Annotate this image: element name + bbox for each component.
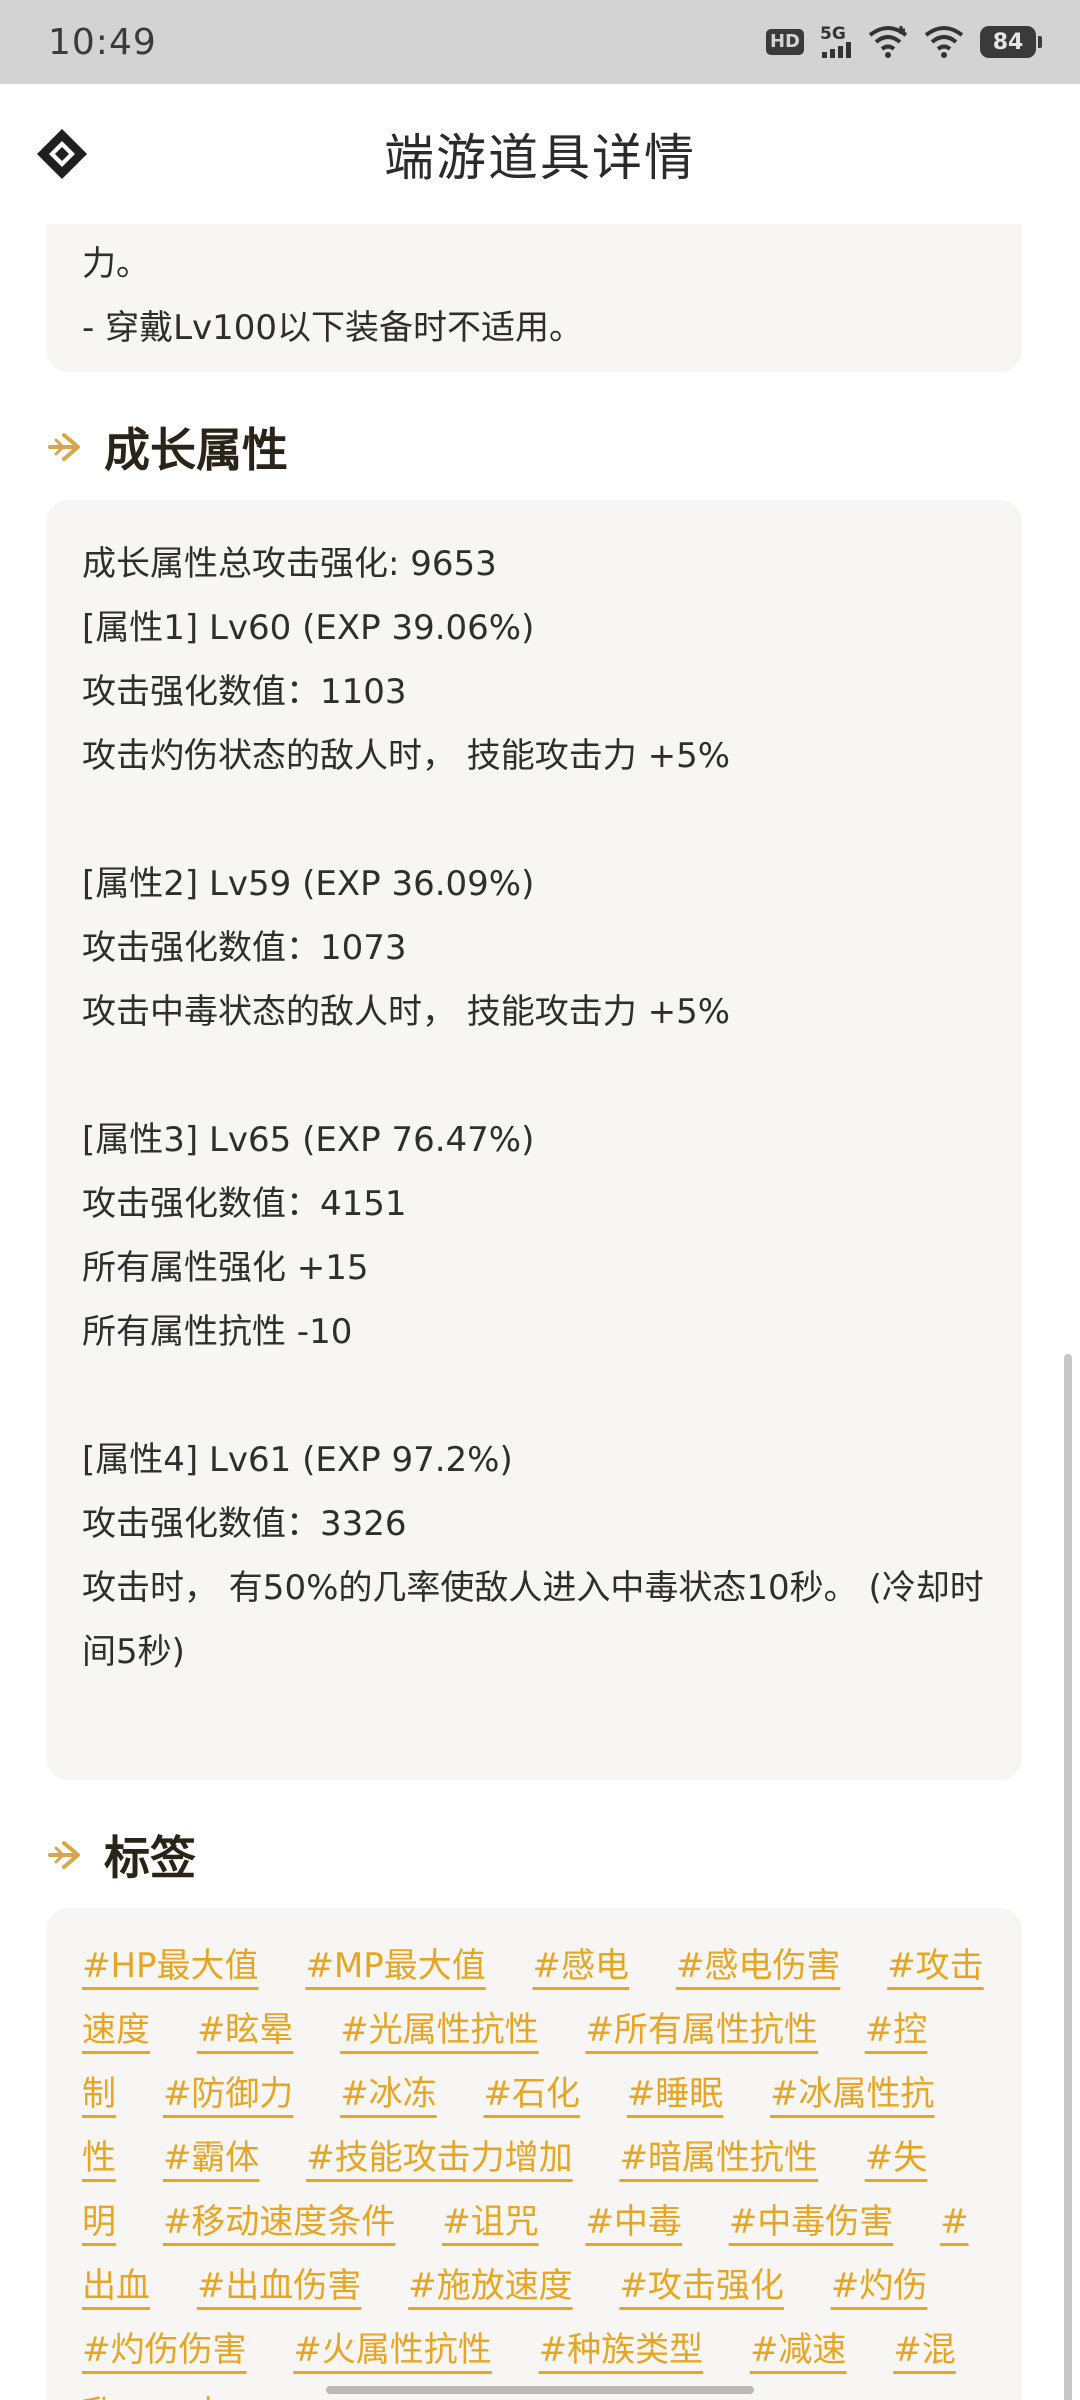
tag-link[interactable]: #石化 xyxy=(483,2074,580,2114)
attr4-head: [属性4] Lv61 (EXP 97.2%) xyxy=(82,1440,513,1480)
app-header: 端游道具详情 xyxy=(0,84,1080,224)
attr1-effect: 攻击灼伤状态的敌人时， 技能攻击力 +5% xyxy=(82,736,731,776)
tags-list: #HP最大值 #MP最大值 #感电 #感电伤害 #攻击速度 #眩晕 #光属性抗性… xyxy=(82,1934,986,2400)
home-indicator[interactable] xyxy=(326,2386,754,2394)
tag-link[interactable]: #防御力 xyxy=(163,2074,294,2114)
attr3-head: [属性3] Lv65 (EXP 76.47%) xyxy=(82,1120,535,1160)
attr2-effect: 攻击中毒状态的敌人时， 技能攻击力 +5% xyxy=(82,992,731,1032)
scrollbar[interactable] xyxy=(1064,1354,1072,2400)
battery-icon: 84 xyxy=(980,26,1042,58)
tag-link[interactable]: #所有属性抗性 xyxy=(585,2010,818,2050)
app-logo-icon[interactable] xyxy=(34,126,90,182)
tag-link[interactable]: #束 xyxy=(163,2394,226,2400)
status-icons: HD 5G 84 xyxy=(765,25,1042,59)
tag-link[interactable]: #冰冻 xyxy=(340,2074,437,2114)
signal-5g-icon: 5G xyxy=(820,26,852,58)
attr3-effect: 所有属性强化 +15 xyxy=(82,1248,369,1288)
attr4-value: 攻击强化数值：3326 xyxy=(82,1504,407,1544)
attr2-head: [属性2] Lv59 (EXP 36.09%) xyxy=(82,864,535,904)
attr3-effect: 所有属性抗性 -10 xyxy=(82,1312,353,1352)
tag-link[interactable]: #减速 xyxy=(750,2330,847,2370)
wifi-icon xyxy=(924,26,964,58)
tag-link[interactable]: #MP最大值 xyxy=(305,1946,485,1986)
battery-level: 84 xyxy=(992,29,1024,55)
tag-link[interactable]: #灼伤伤害 xyxy=(82,2330,247,2370)
tag-link[interactable]: #中毒 xyxy=(585,2202,682,2242)
attr1-value: 攻击强化数值：1103 xyxy=(82,672,407,712)
tag-link[interactable]: #HP最大值 xyxy=(82,1946,259,1986)
tag-link[interactable]: #眩晕 xyxy=(197,2010,294,2050)
wifi-plus-icon xyxy=(868,26,908,58)
growth-total: 成长属性总攻击强化: 9653 xyxy=(82,544,497,584)
tag-link[interactable]: #移动速度条件 xyxy=(163,2202,396,2242)
tag-link[interactable]: #施放速度 xyxy=(408,2266,573,2306)
tag-link[interactable]: #攻击强化 xyxy=(619,2266,784,2306)
attr3-value: 攻击强化数值：4151 xyxy=(82,1184,407,1224)
arrow-right-icon xyxy=(48,433,80,461)
description-line: 力。 xyxy=(82,244,150,284)
signal-bars-icon xyxy=(822,42,851,58)
attr2-value: 攻击强化数值：1073 xyxy=(82,928,407,968)
tag-link[interactable]: #光属性抗性 xyxy=(340,2010,539,2050)
scroll-content[interactable]: 力。 - 穿戴Lv100以下装备时不适用。 成长属性 成长属性总攻击强化: 96… xyxy=(0,224,1080,2400)
attr1-head: [属性1] Lv60 (EXP 39.06%) xyxy=(82,608,535,648)
growth-section-header: 成长属性 xyxy=(46,414,288,480)
network-label: 5G xyxy=(820,24,846,44)
tag-link[interactable]: #霸体 xyxy=(163,2138,260,2178)
tag-link[interactable]: #感电伤害 xyxy=(676,1946,841,1986)
tag-link[interactable]: #出血伤害 xyxy=(197,2266,362,2306)
tag-link[interactable]: #中毒伤害 xyxy=(729,2202,894,2242)
hd-icon: HD xyxy=(765,29,804,55)
page-title: 端游道具详情 xyxy=(384,129,696,187)
status-bar: 10:49 HD 5G 84 xyxy=(0,0,1080,84)
tags-section-header: 标签 xyxy=(46,1822,196,1888)
tag-link[interactable]: #感电 xyxy=(533,1946,630,1986)
tag-link[interactable]: #种族类型 xyxy=(539,2330,704,2370)
growth-card: 成长属性总攻击强化: 9653 [属性1] Lv60 (EXP 39.06%) … xyxy=(46,500,1022,1780)
status-time: 10:49 xyxy=(48,21,157,63)
tags-card: #HP最大值 #MP最大值 #感电 #感电伤害 #攻击速度 #眩晕 #光属性抗性… xyxy=(46,1908,1022,2400)
tag-link[interactable]: #诅咒 xyxy=(442,2202,539,2242)
tag-link[interactable]: #暗属性抗性 xyxy=(619,2138,818,2178)
attr4-effect: 攻击时， 有50%的几率使敌人进入中毒状态10秒。 (冷却时间5秒) xyxy=(82,1568,984,1672)
tag-link[interactable]: #睡眠 xyxy=(627,2074,724,2114)
section-title: 标签 xyxy=(104,1831,196,1885)
tag-link[interactable]: #灼伤 xyxy=(831,2266,928,2306)
tag-link[interactable]: #火属性抗性 xyxy=(293,2330,492,2370)
tag-link[interactable]: #技能攻击力增加 xyxy=(306,2138,573,2178)
section-title: 成长属性 xyxy=(104,423,288,477)
arrow-right-icon xyxy=(48,1841,80,1869)
description-card: 力。 - 穿戴Lv100以下装备时不适用。 xyxy=(46,224,1022,372)
description-line: - 穿戴Lv100以下装备时不适用。 xyxy=(82,308,584,348)
